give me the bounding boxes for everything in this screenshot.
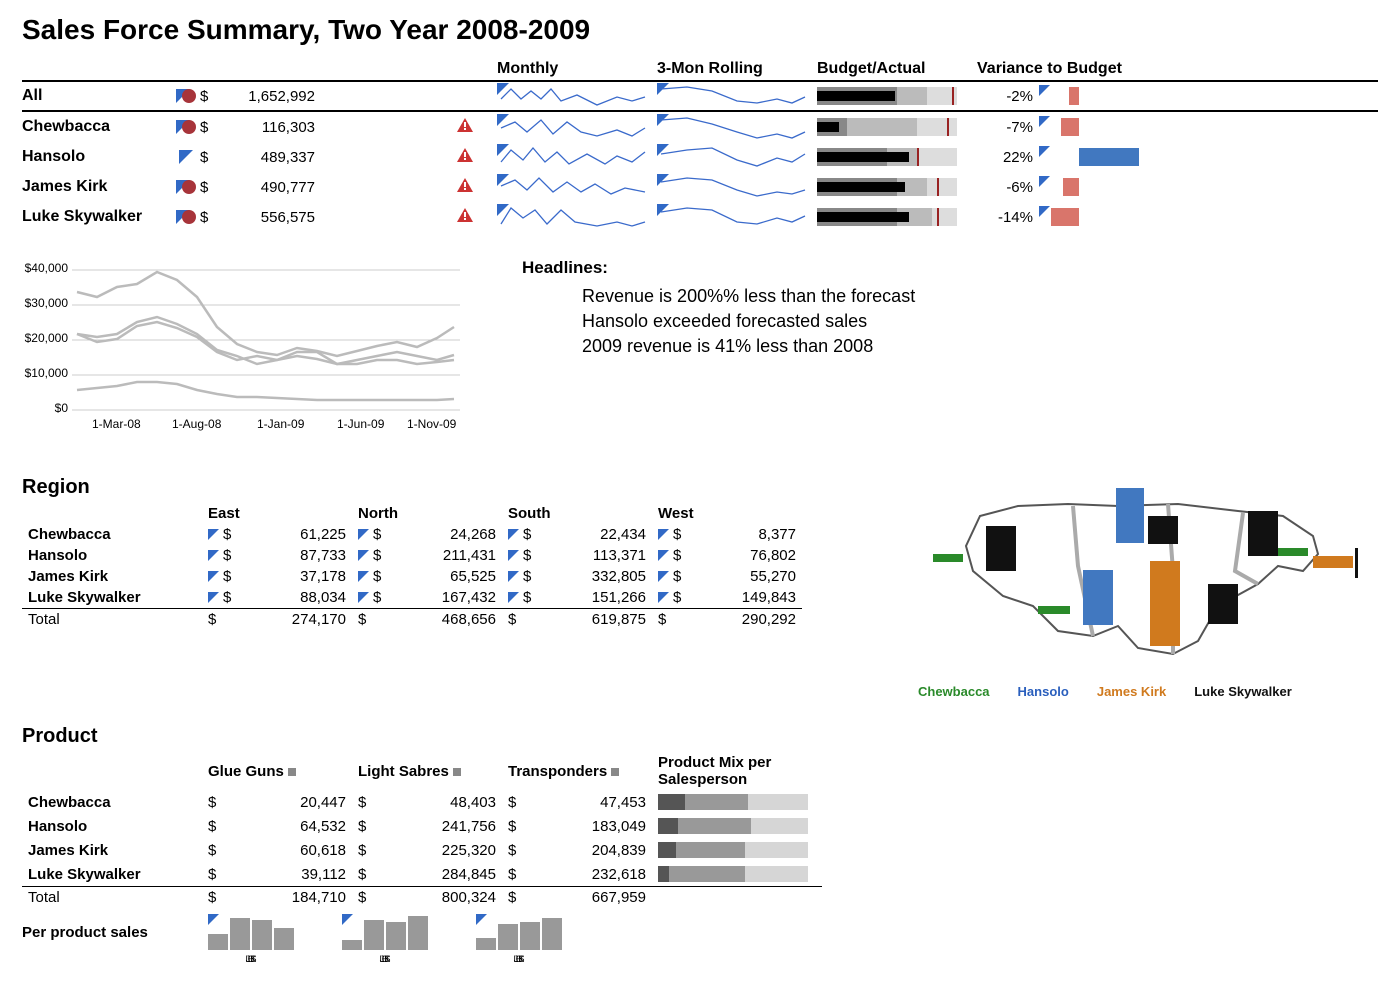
row-name: Hansolo [22,148,172,166]
variance-bar [1039,116,1159,138]
indicator-icon [172,180,200,194]
headlines-title: Headlines: [522,258,1378,278]
rolling-sparkline [657,144,817,170]
indicator-icon [172,89,200,103]
page-title: Sales Force Summary, Two Year 2008-2009 [22,14,1378,46]
summary-row: All $ 1,652,992 -2% [22,82,1378,112]
per-product-minibar: CHJKLS [208,914,294,950]
bullet-chart [817,206,979,228]
col-monthly: Monthly [497,60,657,78]
bullet-chart [817,146,979,168]
alert-icon [457,178,497,196]
rolling-sparkline [657,83,817,109]
variance-pct: -2% [979,88,1039,105]
currency-symbol: $ [200,209,225,226]
row-value: 489,337 [225,149,345,166]
row-value: 490,777 [225,179,345,196]
variance-pct: -6% [979,179,1039,196]
currency-symbol: $ [200,179,225,196]
currency-symbol: $ [200,88,225,105]
monthly-sparkline [497,83,657,109]
svg-text:$0: $0 [55,401,69,415]
product-mix-bar [658,818,808,834]
variance-bar [1039,206,1159,228]
row-value: 116,303 [225,119,345,136]
monthly-sparkline [497,114,657,140]
variance-pct: -14% [979,209,1039,226]
svg-text:$30,000: $30,000 [25,296,69,310]
monthly-sparkline [497,204,657,230]
bullet-chart [817,85,979,107]
variance-pct: 22% [979,149,1039,166]
row-value: 556,575 [225,209,345,226]
summary-row: James Kirk $ 490,777 -6% [22,172,1378,202]
per-product-label: Per product sales [22,924,204,941]
product-mix-bar [658,794,808,810]
region-table: EastNorthSouthWestChewbacca$61,225$24,26… [22,503,802,630]
product-mix-bar [658,842,808,858]
headlines: Headlines: Revenue is 200%% less than th… [522,252,1378,446]
svg-text:1-Nov-09: 1-Nov-09 [407,417,457,431]
currency-symbol: $ [200,119,225,136]
legend-jameskirk: James Kirk [1097,684,1166,699]
overview-line-chart: $40,000 $30,000 $20,000 $10,000 $0 1-Mar… [22,252,462,446]
monthly-sparkline [497,144,657,170]
variance-bar [1039,85,1159,107]
col-variance: Variance to Budget [977,60,1177,78]
region-map: Chewbacca Hansolo James Kirk Luke Skywal… [918,476,1378,699]
col-rolling: 3-Mon Rolling [657,60,817,78]
region-title: Region [22,476,202,499]
rolling-sparkline [657,204,817,230]
legend-luke: Luke Skywalker [1194,684,1292,699]
svg-text:1-Mar-08: 1-Mar-08 [92,417,141,431]
row-name: Chewbacca [22,118,172,136]
map-legend: Chewbacca Hansolo James Kirk Luke Skywal… [918,684,1378,699]
alert-icon [457,118,497,136]
headline-0: Revenue is 200%% less than the forecast [522,284,1378,309]
alert-icon [457,148,497,166]
row-name: James Kirk [22,178,172,196]
rolling-sparkline [657,114,817,140]
bullet-chart [817,116,979,138]
svg-text:1-Jun-09: 1-Jun-09 [337,417,385,431]
headline-1: Hansolo exceeded forecasted sales [522,309,1378,334]
indicator-icon [172,120,200,134]
row-name: All [22,87,172,105]
summary-row: Hansolo $ 489,337 22% [22,142,1378,172]
svg-text:$40,000: $40,000 [25,261,69,275]
variance-pct: -7% [979,119,1039,136]
svg-text:$10,000: $10,000 [25,366,69,380]
row-name: Luke Skywalker [22,208,172,226]
legend-hansolo: Hansolo [1018,684,1069,699]
svg-text:1-Jan-09: 1-Jan-09 [257,417,305,431]
variance-bar [1039,146,1159,168]
monthly-sparkline [497,174,657,200]
summary-header: Monthly 3-Mon Rolling Budget/Actual Vari… [22,60,1378,82]
col-budget: Budget/Actual [817,60,977,78]
row-value: 1,652,992 [225,88,345,105]
variance-bar [1039,176,1159,198]
indicator-icon [172,210,200,224]
per-product-minibar: CHJKLS [476,914,562,950]
indicator-icon [172,150,200,164]
product-table: Glue GunsLight SabresTranspondersProduct… [22,752,822,908]
product-mix-bar [658,866,808,882]
bullet-chart [817,176,979,198]
svg-text:$20,000: $20,000 [25,331,69,345]
rolling-sparkline [657,174,817,200]
product-title: Product [22,725,202,748]
legend-chewbacca: Chewbacca [918,684,990,699]
currency-symbol: $ [200,149,225,166]
summary-row: Chewbacca $ 116,303 -7% [22,112,1378,142]
headline-2: 2009 revenue is 41% less than 2008 [522,334,1378,359]
alert-icon [457,208,497,226]
svg-text:1-Aug-08: 1-Aug-08 [172,417,222,431]
summary-row: Luke Skywalker $ 556,575 -14% [22,202,1378,232]
per-product-minibar: CHJKLS [342,914,428,950]
